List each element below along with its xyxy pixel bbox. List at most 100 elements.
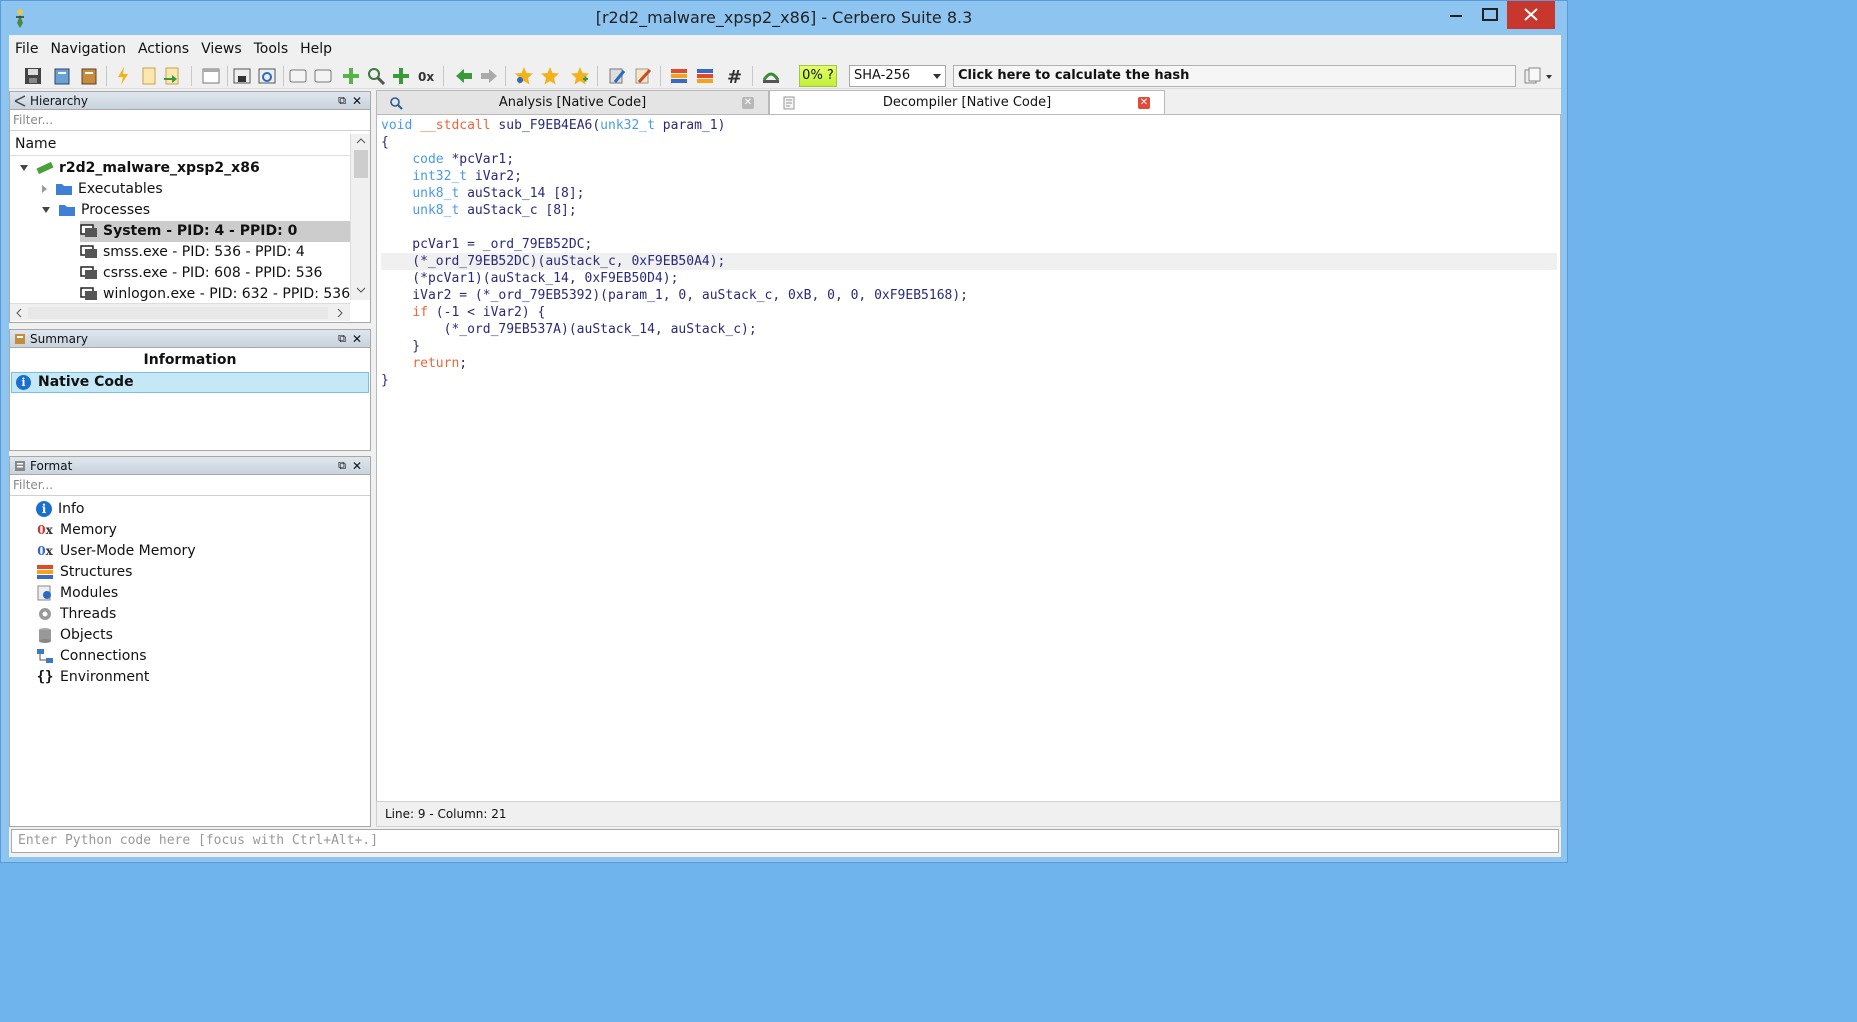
panel-alt-icon[interactable] <box>313 66 333 86</box>
scroll-up-icon[interactable] <box>356 137 366 145</box>
reload-workspace-icon[interactable] <box>257 66 277 86</box>
bookmark-star-icon[interactable] <box>514 66 534 86</box>
star-add-icon[interactable] <box>570 66 590 86</box>
tab-close-icon[interactable]: ✕ <box>1138 97 1150 109</box>
lightning-icon[interactable] <box>113 66 133 86</box>
code-line[interactable]: { <box>381 134 1557 151</box>
close-pane-icon[interactable]: ✕ <box>352 457 362 475</box>
menu-navigation[interactable]: Navigation <box>44 39 132 59</box>
hash-algorithm-select[interactable]: SHA-256 <box>849 65 946 87</box>
hex-search-icon[interactable]: 0x <box>417 66 437 86</box>
menu-actions[interactable]: Actions <box>132 39 195 59</box>
title-bar[interactable]: [r2d2_malware_xpsp2_x86] - Cerbero Suite… <box>1 1 1567 35</box>
code-line[interactable]: void __stdcall sub_F9EB4EA6(unk32_t para… <box>381 117 1557 134</box>
format-item-info[interactable]: i Info <box>36 499 85 520</box>
menu-views[interactable]: Views <box>195 39 248 59</box>
menu-file[interactable]: File <box>9 39 44 59</box>
copy-dropdown-icon[interactable] <box>1523 66 1555 86</box>
format-item-user-mode-memory[interactable]: 0x User-Mode Memory <box>36 541 195 562</box>
code-line[interactable]: (*pcVar1)(auStack_14, 0xF9EB50D4); <box>381 270 1557 287</box>
format-item-structures[interactable]: Structures <box>36 562 132 583</box>
save-icon[interactable] <box>23 66 43 86</box>
tree-item-processes[interactable]: Processes <box>42 200 150 221</box>
name-column-header[interactable]: Name <box>10 134 350 156</box>
format-item-objects[interactable]: Objects <box>36 625 113 646</box>
tree-item-process[interactable]: winlogon.exe - PID: 632 - PPID: 536 <box>80 284 350 302</box>
scroll-down-icon[interactable] <box>356 286 366 294</box>
format-item-memory[interactable]: 0x Memory <box>36 520 117 541</box>
expand-arrow-icon[interactable] <box>42 207 50 213</box>
float-icon[interactable]: ⧉ <box>338 457 346 475</box>
layout-alt-icon[interactable] <box>695 66 715 86</box>
code-line[interactable]: (*_ord_79EB537A)(auStack_14, auStack_c); <box>381 321 1557 338</box>
hash-calculate-field[interactable]: Click here to calculate the hash <box>953 65 1516 87</box>
tree-item-executables[interactable]: Executables <box>42 179 163 200</box>
panel-icon[interactable] <box>288 66 308 86</box>
float-icon[interactable]: ⧉ <box>338 92 346 110</box>
hierarchy-vertical-scrollbar[interactable] <box>350 134 370 300</box>
terminal-icon[interactable] <box>761 66 781 86</box>
hierarchy-horizontal-scrollbar[interactable] <box>10 303 350 321</box>
code-line[interactable]: unk8_t auStack_14 [8]; <box>381 185 1557 202</box>
collapsed-arrow-icon[interactable] <box>42 185 47 193</box>
minimize-button[interactable] <box>1439 1 1473 29</box>
tree-item-process[interactable]: smss.exe - PID: 536 - PPID: 4 <box>80 242 305 263</box>
code-line[interactable] <box>381 219 1557 236</box>
code-line[interactable]: if (-1 < iVar2) { <box>381 304 1557 321</box>
code-line[interactable]: return; <box>381 355 1557 372</box>
tab-analysis[interactable]: Analysis [Native Code] ✕ <box>376 90 769 114</box>
add-green-icon[interactable] <box>391 66 411 86</box>
code-line[interactable]: code *pcVar1; <box>381 151 1557 168</box>
code-line[interactable]: } <box>381 372 1557 389</box>
open-icon[interactable] <box>52 66 72 86</box>
back-arrow-icon[interactable] <box>454 66 474 86</box>
star-icon[interactable] <box>540 66 560 86</box>
format-item-connections[interactable]: Connections <box>36 646 147 667</box>
decompiler-editor[interactable]: void __stdcall sub_F9EB4EA6(unk32_t para… <box>376 114 1561 827</box>
new-file-icon[interactable] <box>139 66 159 86</box>
close-pane-icon[interactable]: ✕ <box>352 330 362 348</box>
import-icon[interactable] <box>162 66 182 86</box>
code-line[interactable]: pcVar1 = _ord_79EB52DC; <box>381 236 1557 253</box>
format-filter-input[interactable]: Filter... <box>10 476 370 496</box>
window-icon[interactable] <box>201 66 221 86</box>
code-line[interactable]: (*_ord_79EB52DC)(auStack_c, 0xF9EB50A4); <box>381 253 1557 270</box>
close-window-button[interactable] <box>1507 1 1555 29</box>
code-line[interactable]: int32_t iVar2; <box>381 168 1557 185</box>
summary-item-selected[interactable]: i Native Code <box>11 372 369 393</box>
layout-icon[interactable] <box>669 66 689 86</box>
edit-icon[interactable] <box>607 66 627 86</box>
forward-arrow-icon[interactable] <box>479 66 499 86</box>
expand-arrow-icon[interactable] <box>20 165 28 171</box>
code-line[interactable]: unk8_t auStack_c [8]; <box>381 202 1557 219</box>
hierarchy-filter-input[interactable]: Filter... <box>10 111 370 131</box>
menu-help[interactable]: Help <box>294 39 338 59</box>
scroll-left-icon[interactable] <box>15 308 23 318</box>
tree-root[interactable]: r2d2_malware_xpsp2_x86 <box>20 158 260 179</box>
format-item-modules[interactable]: Modules <box>36 583 118 604</box>
tab-decompiler[interactable]: Decompiler [Native Code] ✕ <box>769 90 1165 114</box>
close-pane-icon[interactable]: ✕ <box>352 92 362 110</box>
tree-item-process-selected[interactable]: System - PID: 4 - PPID: 0 <box>80 221 350 242</box>
code-line[interactable]: } <box>381 338 1557 355</box>
float-icon[interactable]: ⧉ <box>338 330 346 348</box>
menu-tools[interactable]: Tools <box>248 39 295 59</box>
zoom-icon[interactable] <box>366 66 386 86</box>
hash-icon[interactable]: # <box>725 66 745 86</box>
save-workspace-icon[interactable] <box>232 66 252 86</box>
scroll-thumb[interactable] <box>28 307 328 319</box>
python-console-input[interactable]: Enter Python code here [focus with Ctrl+… <box>11 829 1559 853</box>
code-line[interactable]: iVar2 = (*_ord_79EB5392)(param_1, 0, auS… <box>381 287 1557 304</box>
maximize-button[interactable] <box>1473 1 1507 29</box>
pencil-icon[interactable] <box>633 66 653 86</box>
tab-close-icon[interactable]: ✕ <box>742 97 754 109</box>
process-icon <box>80 287 97 300</box>
add-icon[interactable] <box>341 66 361 86</box>
format-item-environment[interactable]: {} Environment <box>36 667 150 688</box>
code-view[interactable]: void __stdcall sub_F9EB4EA6(unk32_t para… <box>381 117 1557 389</box>
open-report-icon[interactable] <box>79 66 99 86</box>
tree-item-process[interactable]: csrss.exe - PID: 608 - PPID: 536 <box>80 263 322 284</box>
scroll-thumb[interactable] <box>354 150 368 178</box>
format-item-threads[interactable]: Threads <box>36 604 116 625</box>
scroll-right-icon[interactable] <box>336 308 344 318</box>
